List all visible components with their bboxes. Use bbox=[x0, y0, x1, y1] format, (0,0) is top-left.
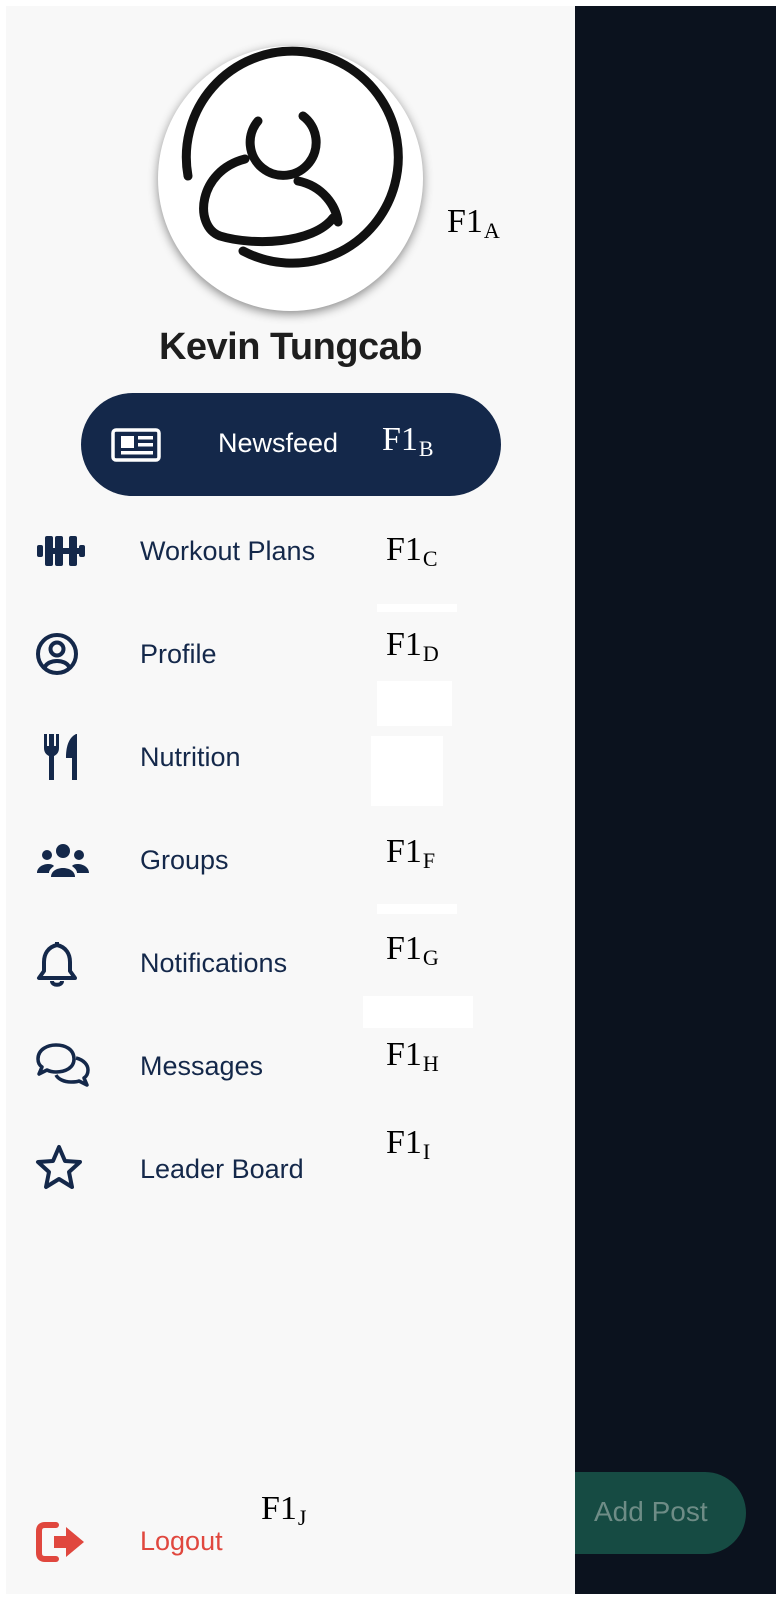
user-avatar-icon bbox=[181, 46, 403, 268]
avatar[interactable] bbox=[158, 46, 423, 311]
mask-block bbox=[377, 681, 452, 726]
user-name: Kevin Tungcab bbox=[158, 326, 423, 368]
logout-icon bbox=[36, 1522, 84, 1562]
nav-item-label: Messages bbox=[140, 1051, 264, 1081]
nav-item-notifications[interactable]: Notifications bbox=[6, 928, 575, 998]
figure-annotation-a: F1A bbox=[447, 203, 500, 243]
figure-annotation-b: F1B bbox=[382, 421, 434, 461]
mask-block bbox=[377, 604, 457, 612]
add-post-label: Add Post bbox=[594, 1496, 708, 1527]
mask-block bbox=[377, 904, 457, 914]
newspaper-icon bbox=[111, 428, 161, 462]
nav-item-label: Groups bbox=[140, 845, 229, 875]
star-icon bbox=[34, 1144, 92, 1194]
utensils-icon bbox=[34, 732, 92, 782]
nav-item-groups[interactable]: Groups bbox=[6, 825, 575, 895]
logout-label: Logout bbox=[140, 1526, 223, 1556]
mask-block bbox=[371, 736, 443, 806]
nav-item-label: Profile bbox=[140, 639, 217, 669]
nav-item-messages[interactable]: Messages bbox=[6, 1031, 575, 1101]
users-icon bbox=[34, 835, 92, 885]
nav-item-label: Nutrition bbox=[140, 742, 241, 772]
nav-item-workout-plans[interactable]: Workout Plans bbox=[6, 516, 575, 586]
bell-icon bbox=[34, 938, 92, 988]
comments-icon bbox=[34, 1041, 92, 1091]
nav-item-leader-board[interactable]: Leader Board bbox=[6, 1134, 575, 1204]
user-circle-icon bbox=[34, 629, 92, 679]
nav-item-label: Leader Board bbox=[140, 1154, 304, 1184]
figure-annotation-i: F1I bbox=[386, 1124, 431, 1164]
nav-item-label: Notifications bbox=[140, 948, 288, 978]
mask-block bbox=[363, 996, 473, 1028]
nav-item-label: Workout Plans bbox=[140, 536, 316, 566]
figure-annotation-g: F1G bbox=[386, 930, 439, 970]
figure-annotation-h: F1H bbox=[386, 1036, 439, 1076]
drawer-backdrop[interactable] bbox=[575, 6, 776, 1594]
figure-annotation-f: F1F bbox=[386, 833, 436, 873]
nav-item-nutrition[interactable]: Nutrition bbox=[6, 722, 575, 792]
figure-annotation-c: F1C bbox=[386, 531, 438, 571]
nav-item-profile[interactable]: Profile bbox=[6, 619, 575, 689]
nav-item-newsfeed[interactable]: Newsfeed bbox=[81, 393, 501, 496]
dumbbell-icon bbox=[34, 526, 92, 576]
figure-annotation-d: F1D bbox=[386, 626, 439, 666]
nav-item-newsfeed-label: Newsfeed bbox=[218, 428, 339, 458]
app-frame: Add Post F1A Kevin Tungcab Newsfeed F1B bbox=[6, 6, 776, 1594]
navigation-drawer: F1A Kevin Tungcab Newsfeed F1B Workout P… bbox=[6, 6, 575, 1594]
figure-annotation-j: F1J bbox=[261, 1490, 307, 1530]
